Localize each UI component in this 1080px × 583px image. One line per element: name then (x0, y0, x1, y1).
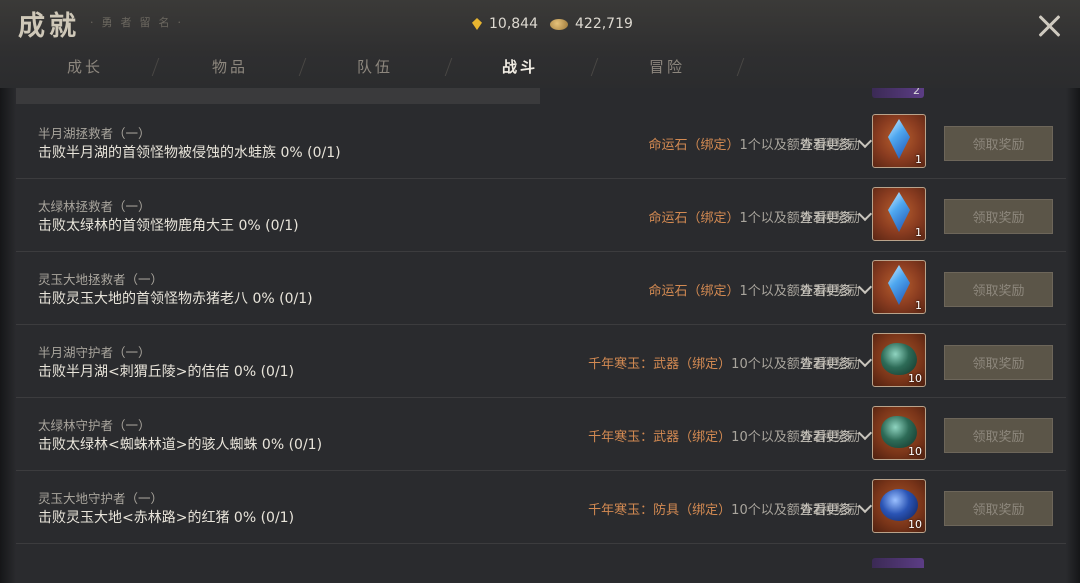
gold-gem-icon (472, 18, 482, 30)
achievement-name: 灵玉大地守护者（一） (38, 491, 164, 506)
currency-coin: 422,719 (550, 16, 633, 32)
tab-items[interactable]: 物品 (175, 56, 285, 77)
coin-icon (550, 18, 568, 30)
tab-adventure[interactable]: 冒险 (612, 56, 722, 77)
achievement-list[interactable]: 2 半月湖拯救者（一） 击败半月湖的首领怪物被侵蚀的水蛙族 0% (0/1) 命… (16, 88, 1066, 583)
tab-divider (736, 58, 745, 76)
view-more-label: 查看更多 (800, 211, 853, 226)
reward-item-slot[interactable]: 10 (872, 333, 926, 387)
achievement-row: 半月湖守护者（一） 击败半月湖<刺猬丘陵>的佶佶 0% (0/1) 千年寒玉：武… (16, 325, 1066, 398)
achievement-name: 太绿林守护者（一） (38, 418, 151, 433)
achievement-row: 半月湖拯救者（一） 击败半月湖的首领怪物被侵蚀的水蛙族 0% (0/1) 命运石… (16, 106, 1066, 179)
view-more-button[interactable]: 查看更多 (800, 352, 873, 372)
jade-icon (881, 343, 917, 375)
currency-gold-value: 10,844 (489, 16, 538, 32)
reward-name: 命运石（绑定） (648, 138, 740, 153)
left-edge-shade (0, 88, 16, 583)
chevron-down-icon (857, 498, 873, 514)
reward-item-slot[interactable]: 10 (872, 479, 926, 533)
tab-divider (444, 58, 453, 76)
view-more-label: 查看更多 (800, 503, 853, 518)
claim-reward-button[interactable]: 领取奖励 (944, 126, 1053, 161)
achievement-row: 太绿林守护者（一） 击败太绿林<蜘蛛林道>的骇人蜘蛛 0% (0/1) 千年寒玉… (16, 398, 1066, 471)
page-subtitle: ·勇者留名· (90, 16, 189, 29)
achievement-desc: 击败灵玉大地<赤林路>的红猪 0% (0/1) (38, 510, 295, 526)
view-more-button[interactable]: 查看更多 (800, 133, 873, 153)
reward-item-slot[interactable]: 1 (872, 114, 926, 168)
previous-row-stub (16, 88, 540, 104)
view-more-button[interactable]: 查看更多 (800, 279, 873, 299)
tab-divider (298, 58, 307, 76)
right-edge-shade (1066, 88, 1080, 583)
next-reward-item-stub (872, 558, 924, 568)
chevron-down-icon (857, 352, 873, 368)
achievement-desc: 击败灵玉大地的首领怪物赤猪老八 0% (0/1) (38, 291, 313, 307)
chevron-down-icon (857, 425, 873, 441)
tab-team[interactable]: 队伍 (320, 56, 430, 77)
reward-item-slot[interactable]: 1 (872, 260, 926, 314)
previous-reward-item: 2 (872, 88, 924, 98)
tab-growth[interactable]: 成长 (30, 56, 140, 77)
reward-name: 千年寒玉：武器（绑定） (588, 357, 732, 372)
tab-battle[interactable]: 战斗 (465, 56, 575, 77)
achievement-name: 半月湖守护者（一） (38, 345, 151, 360)
tab-bar: 成长 物品 队伍 战斗 冒险 (0, 50, 1080, 84)
chevron-down-icon (857, 206, 873, 222)
item-count: 1 (915, 226, 922, 239)
view-more-label: 查看更多 (800, 430, 853, 445)
chevron-down-icon (857, 133, 873, 149)
sapphire-icon (880, 489, 918, 521)
reward-name: 千年寒玉：武器（绑定） (588, 430, 732, 445)
view-more-button[interactable]: 查看更多 (800, 498, 873, 518)
chevron-down-icon (857, 279, 873, 295)
crystal-icon (888, 119, 910, 159)
reward-name: 千年寒玉：防具（绑定） (588, 503, 732, 518)
reward-name: 命运石（绑定） (648, 211, 740, 226)
item-count: 1 (915, 299, 922, 312)
achievement-desc: 击败太绿林<蜘蛛林道>的骇人蜘蛛 0% (0/1) (38, 437, 323, 453)
item-count: 10 (908, 518, 922, 531)
achievement-name: 太绿林拯救者（一） (38, 199, 151, 214)
page-title: 成就 (18, 11, 80, 42)
view-more-label: 查看更多 (800, 138, 853, 153)
crystal-icon (888, 265, 910, 305)
item-count: 10 (908, 445, 922, 458)
view-more-label: 查看更多 (800, 357, 853, 372)
achievement-row: 灵玉大地守护者（一） 击败灵玉大地<赤林路>的红猪 0% (0/1) 千年寒玉：… (16, 471, 1066, 544)
crystal-icon (888, 192, 910, 232)
view-more-button[interactable]: 查看更多 (800, 425, 873, 445)
achievement-row: 太绿林拯救者（一） 击败太绿林的首领怪物鹿角大王 0% (0/1) 命运石（绑定… (16, 179, 1066, 252)
achievement-desc: 击败半月湖的首领怪物被侵蚀的水蛙族 0% (0/1) (38, 145, 341, 161)
view-more-button[interactable]: 查看更多 (800, 206, 873, 226)
tab-divider (590, 58, 599, 76)
currency-gold: 10,844 (472, 16, 538, 32)
claim-reward-button[interactable]: 领取奖励 (944, 199, 1053, 234)
claim-reward-button[interactable]: 领取奖励 (944, 272, 1053, 307)
claim-reward-button[interactable]: 领取奖励 (944, 345, 1053, 380)
reward-item-slot[interactable]: 1 (872, 187, 926, 241)
item-count: 1 (915, 153, 922, 166)
achievement-name: 灵玉大地拯救者（一） (38, 272, 164, 287)
jade-icon (881, 416, 917, 448)
close-icon[interactable] (1036, 12, 1064, 40)
currency-coin-value: 422,719 (575, 16, 633, 32)
previous-item-count: 2 (913, 88, 920, 97)
achievement-desc: 击败太绿林的首领怪物鹿角大王 0% (0/1) (38, 218, 299, 234)
claim-reward-button[interactable]: 领取奖励 (944, 491, 1053, 526)
achievement-name: 半月湖拯救者（一） (38, 126, 151, 141)
view-more-label: 查看更多 (800, 284, 853, 299)
reward-name: 命运石（绑定） (648, 284, 740, 299)
achievement-desc: 击败半月湖<刺猬丘陵>的佶佶 0% (0/1) (38, 364, 295, 380)
claim-reward-button[interactable]: 领取奖励 (944, 418, 1053, 453)
reward-item-slot[interactable]: 10 (872, 406, 926, 460)
header-bar: 成就 ·勇者留名· 10,844 422,719 成长 物品 队伍 战斗 冒险 (0, 0, 1080, 88)
achievement-row: 灵玉大地拯救者（一） 击败灵玉大地的首领怪物赤猪老八 0% (0/1) 命运石（… (16, 252, 1066, 325)
tab-divider (151, 58, 160, 76)
item-count: 10 (908, 372, 922, 385)
